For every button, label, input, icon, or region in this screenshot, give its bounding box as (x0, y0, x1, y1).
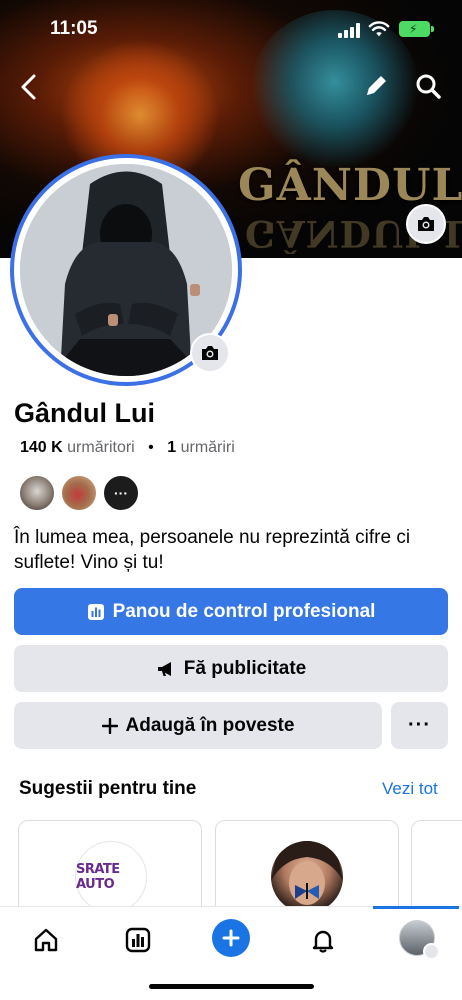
suggestion-logo-text: SRATE AUTO (76, 862, 120, 892)
suggestion-card[interactable] (215, 820, 399, 920)
search-icon[interactable] (414, 72, 442, 100)
change-profile-picture-camera-icon[interactable] (190, 333, 230, 373)
suggestions-title: Sugestii pentru tine (19, 778, 197, 799)
suggestion-page-logo[interactable]: SRATE AUTO (75, 841, 147, 913)
profile-bio: În lumea mea, persoanele nu reprezintă c… (14, 527, 411, 573)
more-followers-icon[interactable]: ··· (102, 474, 140, 512)
professional-dashboard-label: Panou de control profesional (112, 600, 376, 622)
advertise-label: Fă publicitate (183, 657, 307, 679)
add-to-story-button[interactable]: Adaugă în poveste (14, 702, 382, 749)
more-options-button[interactable]: ··· (391, 702, 448, 749)
change-cover-camera-icon[interactable] (406, 204, 446, 244)
wifi-icon (368, 21, 390, 37)
follower-avatar[interactable] (18, 474, 56, 512)
status-time: 11:05 (50, 18, 98, 39)
profile-icon[interactable] (398, 919, 440, 960)
advertise-button[interactable]: Fă publicitate (14, 645, 448, 692)
home-icon[interactable] (26, 920, 66, 960)
dashboard-icon (87, 603, 104, 620)
profile-name: Gândul Lui (14, 398, 155, 428)
suggestion-card-partial[interactable] (411, 820, 462, 920)
separator-dot: • (148, 439, 154, 456)
status-bar: 11:05 ⚡ (0, 0, 462, 56)
more-options-icon: ··· (408, 714, 431, 736)
following-label[interactable]: urmăriri (181, 439, 235, 456)
profile-stats: 140 K urmăritori • 1 urmăriri (20, 439, 235, 457)
followers-label[interactable]: urmăritori (67, 439, 135, 456)
add-to-story-label: Adaugă în poveste (125, 714, 295, 736)
professional-dashboard-button[interactable]: Panou de control profesional (14, 588, 448, 635)
suggestion-profile-photo[interactable] (271, 841, 343, 913)
back-icon[interactable] (18, 72, 40, 102)
follower-avatar[interactable] (60, 474, 98, 512)
notifications-icon[interactable] (303, 920, 343, 960)
see-all-link[interactable]: Vezi tot (382, 779, 438, 799)
create-icon[interactable] (212, 919, 250, 957)
menu-badge-icon (423, 943, 440, 960)
plus-icon (101, 717, 118, 734)
battery-charging-icon: ⚡ (399, 21, 434, 37)
pencil-icon[interactable] (362, 72, 390, 100)
megaphone-icon (157, 661, 171, 676)
suggestion-card[interactable]: SRATE AUTO (18, 820, 202, 920)
followers-count[interactable]: 140 K (20, 439, 63, 456)
dashboard-icon[interactable] (118, 920, 158, 960)
following-count[interactable]: 1 (167, 439, 176, 456)
cellular-signal-icon (338, 22, 362, 38)
active-tab-indicator (373, 906, 459, 909)
home-indicator (149, 984, 314, 989)
